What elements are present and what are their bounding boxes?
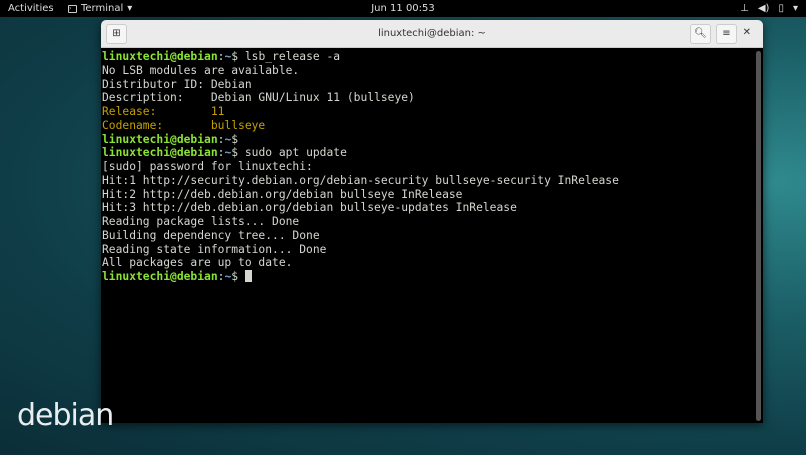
search-button[interactable]: 🔍︎ bbox=[690, 24, 711, 44]
prompt-segment: $ bbox=[231, 270, 245, 283]
terminal-output[interactable]: linuxtechi@debian:~$ lsb_release -a No LS… bbox=[101, 49, 753, 423]
close-button[interactable]: ✕ bbox=[743, 27, 751, 38]
prompt-segment: $ bbox=[231, 50, 245, 63]
prompt-line: linuxtechi@debian:~$ sudo apt update bbox=[102, 146, 752, 160]
prompt-segment: $ bbox=[231, 132, 245, 146]
window-title: linuxtechi@debian: ~ bbox=[378, 28, 486, 39]
output-line: Reading package lists... Done bbox=[102, 215, 300, 228]
prompt-segment: linuxtechi@debian bbox=[102, 50, 218, 63]
output-line: Description: Debian GNU/Linux 11 (bullse… bbox=[102, 91, 415, 105]
hamburger-icon: ≡ bbox=[722, 28, 731, 39]
terminal-window: ⊞ linuxtechi@debian: ~ 🔍︎ ≡ ✕ linuxtechi… bbox=[101, 20, 763, 423]
output-line: Codename: bullseye bbox=[102, 118, 266, 132]
cursor bbox=[244, 270, 252, 282]
battery-icon: ▯ bbox=[778, 3, 784, 14]
prompt-line: linuxtechi@debian:~$ bbox=[102, 133, 752, 147]
scrollbar[interactable] bbox=[756, 51, 761, 421]
volume-icon: ◀) bbox=[757, 3, 770, 14]
dropdown-arrow-icon: ▾ bbox=[127, 3, 133, 14]
menu-button[interactable]: ≡ bbox=[716, 24, 737, 44]
output-line: Release: 11 bbox=[102, 105, 225, 118]
prompt-segment: linuxtechi@debian bbox=[102, 132, 218, 146]
prompt-segment: $ bbox=[231, 146, 245, 160]
header-bar: ⊞ linuxtechi@debian: ~ 🔍︎ ≡ ✕ bbox=[101, 20, 763, 48]
prompt-segment: lsb_release -a bbox=[244, 50, 341, 63]
output-line: Building dependency tree... Done bbox=[102, 228, 320, 242]
app-menu[interactable]: › Terminal ▾ bbox=[68, 3, 132, 14]
output-line: Distributor ID: Debian bbox=[102, 77, 252, 91]
output-line: All packages are up to date. bbox=[102, 256, 293, 270]
debian-logo: debian bbox=[17, 398, 114, 433]
output-line: Hit:2 http://deb.debian.org/debian bulls… bbox=[102, 187, 463, 201]
search-icon: 🔍︎ bbox=[694, 28, 707, 39]
network-icon: ⊥ bbox=[740, 3, 749, 14]
prompt-segment: linuxtechi@debian bbox=[102, 270, 218, 283]
output-line: No LSB modules are available. bbox=[102, 63, 300, 77]
app-name: Terminal bbox=[81, 3, 124, 14]
activities-button[interactable]: Activities bbox=[8, 3, 54, 14]
prompt-segment: linuxtechi@debian bbox=[102, 146, 218, 160]
menu-arrow-icon: ▾ bbox=[792, 3, 798, 14]
top-bar: Activities › Terminal ▾ Jun 11 00:53 ⊥ ◀) ▯ ▾ bbox=[0, 0, 806, 17]
system-menu[interactable]: ⊥ ◀) ▯ ▾ bbox=[740, 3, 798, 14]
prompt-line: linuxtechi@debian:~$ lsb_release -a bbox=[102, 50, 752, 64]
output-line: Hit:1 http://security.debian.org/debian-… bbox=[102, 173, 619, 187]
terminal-icon: › bbox=[68, 4, 77, 13]
output-line: Reading state information... Done bbox=[102, 242, 327, 256]
prompt-line: linuxtechi@debian:~$ bbox=[102, 270, 752, 284]
prompt-segment: sudo apt update bbox=[244, 146, 347, 160]
output-line: Hit:3 http://deb.debian.org/debian bulls… bbox=[102, 201, 517, 215]
output-line: [sudo] password for linuxtechi: bbox=[102, 160, 313, 173]
